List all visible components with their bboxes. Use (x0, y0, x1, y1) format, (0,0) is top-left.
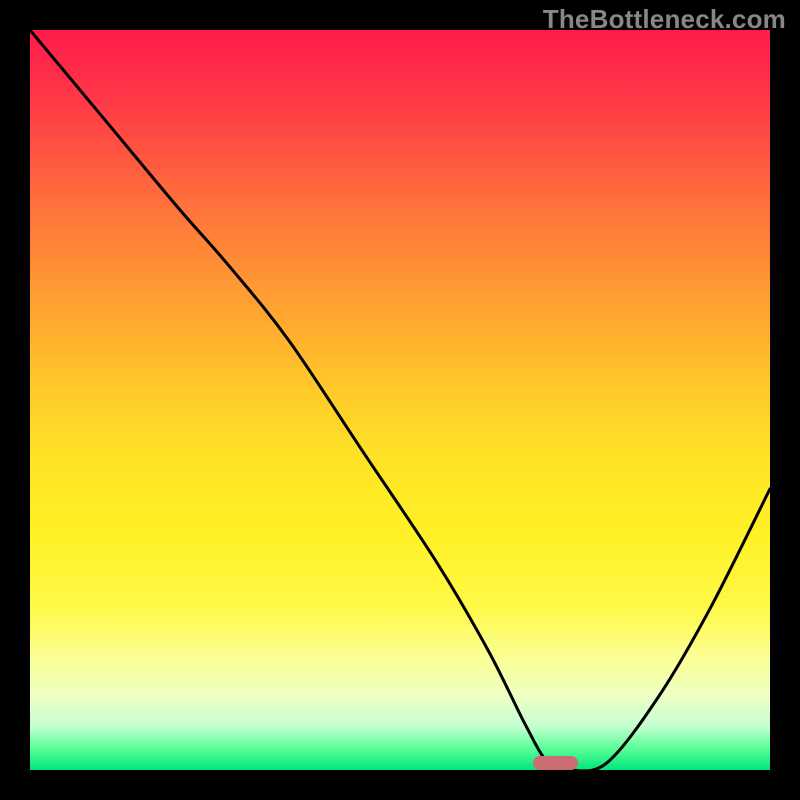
watermark-text: TheBottleneck.com (543, 4, 786, 35)
chart-frame: TheBottleneck.com (0, 0, 800, 800)
optimal-marker (533, 756, 577, 770)
plot-area (30, 30, 770, 770)
bottleneck-curve (30, 30, 770, 770)
